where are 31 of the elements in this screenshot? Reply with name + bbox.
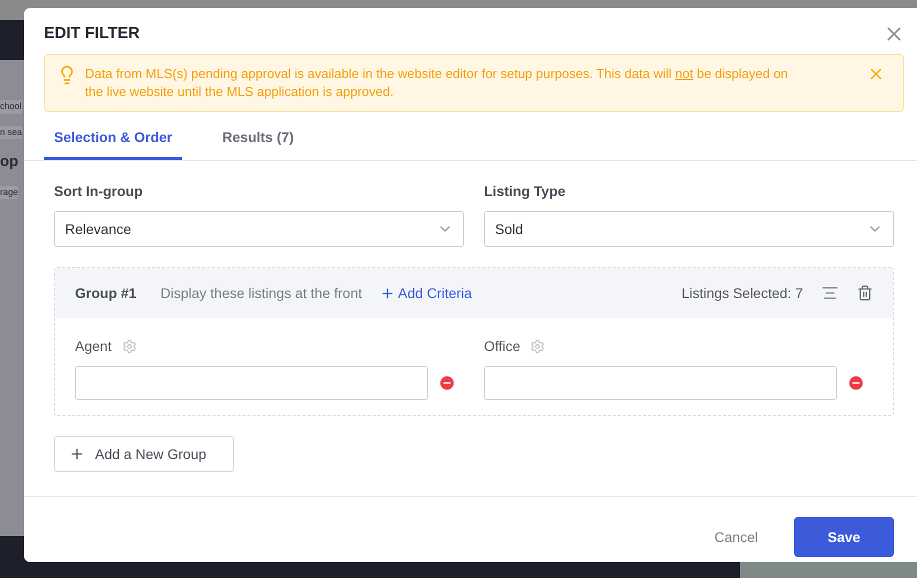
tab[interactable]: Results (7) — [212, 118, 304, 160]
add-group-button[interactable]: Add a New Group — [54, 436, 234, 472]
plus-icon — [380, 286, 396, 300]
reorder-button[interactable] — [821, 284, 839, 302]
page-heading: op — [0, 152, 18, 172]
criteria-label: Office — [484, 337, 520, 356]
input-field[interactable] — [484, 366, 837, 400]
add-criteria-link[interactable]: Add Criteria — [380, 282, 472, 304]
remove-icon[interactable] — [438, 374, 456, 392]
group-description: Display these listings at the front — [160, 284, 362, 303]
background-label: n sea — [0, 126, 22, 139]
input-field[interactable] — [75, 366, 428, 400]
background-label: rage — [0, 186, 18, 199]
save-button[interactable]: Save — [794, 517, 894, 557]
select-field[interactable]: Sold — [484, 211, 894, 247]
field-label: Sort In-group — [54, 182, 144, 201]
background-label: chool — [0, 100, 22, 114]
select-field[interactable]: Relevance — [54, 211, 464, 247]
tab[interactable]: Selection & Order — [44, 118, 182, 160]
group-title: Group #1 — [75, 284, 136, 303]
cancel-button[interactable]: Cancel — [714, 526, 758, 548]
plus-icon — [69, 446, 85, 462]
gear-icon[interactable] — [530, 339, 546, 354]
field-label: Listing Type — [484, 182, 566, 201]
remove-icon[interactable] — [847, 374, 865, 392]
gear-icon[interactable] — [122, 339, 137, 354]
alert-text: Data from MLS(s) pending approval is available in the website editor for setup purposes. This data will not be displayed on the live website until the MLS application is approved. — [85, 65, 789, 101]
modal-title: EDIT FILTER — [44, 24, 140, 44]
delete-button[interactable] — [857, 285, 873, 301]
listings-selected: Listings Selected: 7 — [682, 284, 803, 303]
criteria-label: Agent — [75, 337, 112, 356]
